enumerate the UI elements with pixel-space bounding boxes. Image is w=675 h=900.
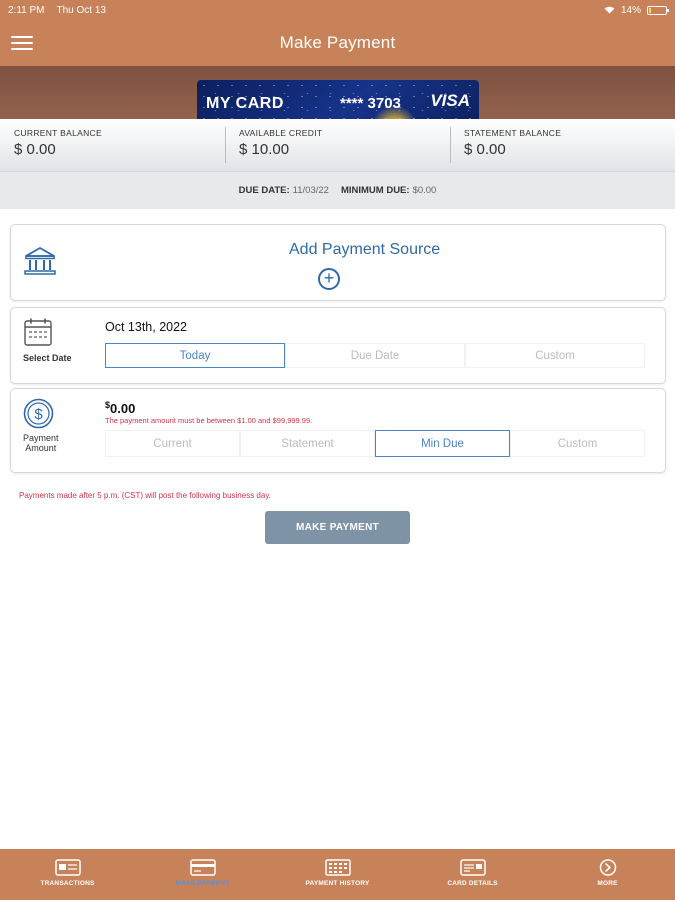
due-info: DUE DATE: 11/03/22 MINIMUM DUE: $0.00 bbox=[0, 172, 675, 209]
calendar-icon bbox=[24, 318, 52, 346]
payment-amount-panel: $ Payment Amount $0.00 The payment amoun… bbox=[10, 388, 666, 473]
payment-amount-label: Payment Amount bbox=[23, 433, 59, 453]
payment-amount-value[interactable]: $0.00 bbox=[105, 400, 136, 416]
nav-payment-history[interactable]: PAYMENT HISTORY bbox=[270, 849, 405, 900]
selected-date: Oct 13th, 2022 bbox=[105, 320, 188, 334]
nav-label: PAYMENT HISTORY bbox=[305, 880, 370, 887]
nav-make-payment[interactable]: MAKE PAYMENT bbox=[135, 849, 270, 900]
make-payment-button[interactable]: MAKE PAYMENT bbox=[265, 511, 410, 544]
nav-transactions[interactable]: TRANSACTIONS bbox=[0, 849, 135, 900]
payment-history-icon bbox=[324, 859, 351, 876]
minimum-due-value: $0.00 bbox=[412, 185, 437, 196]
label-line: Amount bbox=[25, 443, 57, 453]
dollar-icon: $ bbox=[23, 398, 54, 429]
currency-symbol: $ bbox=[105, 400, 111, 410]
date-option-today[interactable]: Today bbox=[105, 343, 285, 368]
wifi-icon bbox=[604, 6, 615, 14]
card-number: **** 3703 bbox=[340, 95, 401, 112]
status-date: Thu Oct 13 bbox=[56, 4, 106, 16]
amount-option-statement[interactable]: Statement bbox=[240, 430, 375, 457]
more-icon bbox=[599, 859, 616, 876]
nav-card-details[interactable]: CARD DETAILS bbox=[405, 849, 540, 900]
nav-more[interactable]: MORE bbox=[540, 849, 675, 900]
select-date-panel: Select Date Oct 13th, 2022 Today Due Dat… bbox=[10, 307, 666, 384]
amount-option-min-due[interactable]: Min Due bbox=[375, 430, 510, 457]
nav-label: TRANSACTIONS bbox=[40, 880, 95, 887]
visa-logo: VISA bbox=[430, 91, 470, 110]
bottom-nav: TRANSACTIONS MAKE PAYMENT PAYMENT HISTOR… bbox=[0, 849, 675, 900]
date-option-due-date[interactable]: Due Date bbox=[285, 343, 465, 368]
add-source-button[interactable]: + bbox=[318, 268, 340, 290]
battery-percent: 14% bbox=[620, 4, 641, 16]
status-time: 2:11 PM bbox=[8, 4, 45, 16]
payment-source-panel[interactable]: Add Payment Source + bbox=[10, 224, 666, 301]
balance-value: $ 10.00 bbox=[239, 141, 290, 158]
balance-value: $ 0.00 bbox=[14, 141, 56, 158]
status-bar: 2:11 PM Thu Oct 13 14% bbox=[0, 0, 675, 20]
add-payment-source-link[interactable]: Add Payment Source bbox=[289, 241, 440, 259]
select-date-label: Select Date bbox=[23, 353, 72, 363]
available-credit: AVAILABLE CREDIT $ 10.00 bbox=[225, 119, 450, 171]
menu-icon[interactable] bbox=[11, 36, 33, 50]
card-image[interactable]: MY CARD **** 3703 VISA bbox=[197, 80, 479, 119]
minimum-due-label: MINIMUM DUE: bbox=[340, 185, 410, 196]
nav-label: MORE bbox=[597, 880, 618, 887]
card-banner: MY CARD **** 3703 VISA bbox=[0, 66, 675, 119]
battery-icon bbox=[647, 5, 669, 15]
label-line: Payment bbox=[23, 433, 59, 443]
amount-number: 0.00 bbox=[110, 401, 136, 416]
nav-label: MAKE PAYMENT bbox=[175, 880, 230, 887]
balance-summary: CURRENT BALANCE $ 0.00 AVAILABLE CREDIT … bbox=[0, 119, 675, 172]
due-date-label: DUE DATE: bbox=[238, 185, 290, 196]
app-header: Make Payment bbox=[0, 20, 675, 66]
current-balance: CURRENT BALANCE $ 0.00 bbox=[0, 119, 225, 171]
cutoff-notice: Payments made after 5 p.m. (CST) will po… bbox=[19, 491, 271, 500]
bank-icon bbox=[24, 247, 56, 275]
amount-option-current[interactable]: Current bbox=[105, 430, 240, 457]
balance-value: $ 0.00 bbox=[464, 141, 506, 158]
card-name: MY CARD bbox=[206, 95, 284, 112]
make-payment-icon bbox=[189, 859, 216, 876]
balance-label: CURRENT BALANCE bbox=[14, 128, 102, 138]
amount-option-custom[interactable]: Custom bbox=[510, 430, 645, 457]
statement-balance: STATEMENT BALANCE $ 0.00 bbox=[450, 119, 675, 171]
card-details-icon bbox=[459, 859, 486, 876]
balance-label: STATEMENT BALANCE bbox=[464, 128, 562, 138]
page-title: Make Payment bbox=[279, 33, 396, 52]
due-date-value: 11/03/22 bbox=[292, 185, 329, 196]
amount-range-error: The payment amount must be between $1.00… bbox=[105, 416, 313, 425]
nav-label: CARD DETAILS bbox=[447, 880, 498, 887]
status-right: 14% bbox=[604, 4, 669, 16]
svg-text:$: $ bbox=[34, 406, 43, 423]
battery-level bbox=[649, 7, 651, 13]
transactions-icon bbox=[54, 859, 81, 876]
balance-label: AVAILABLE CREDIT bbox=[239, 128, 323, 138]
date-option-custom[interactable]: Custom bbox=[465, 343, 645, 368]
